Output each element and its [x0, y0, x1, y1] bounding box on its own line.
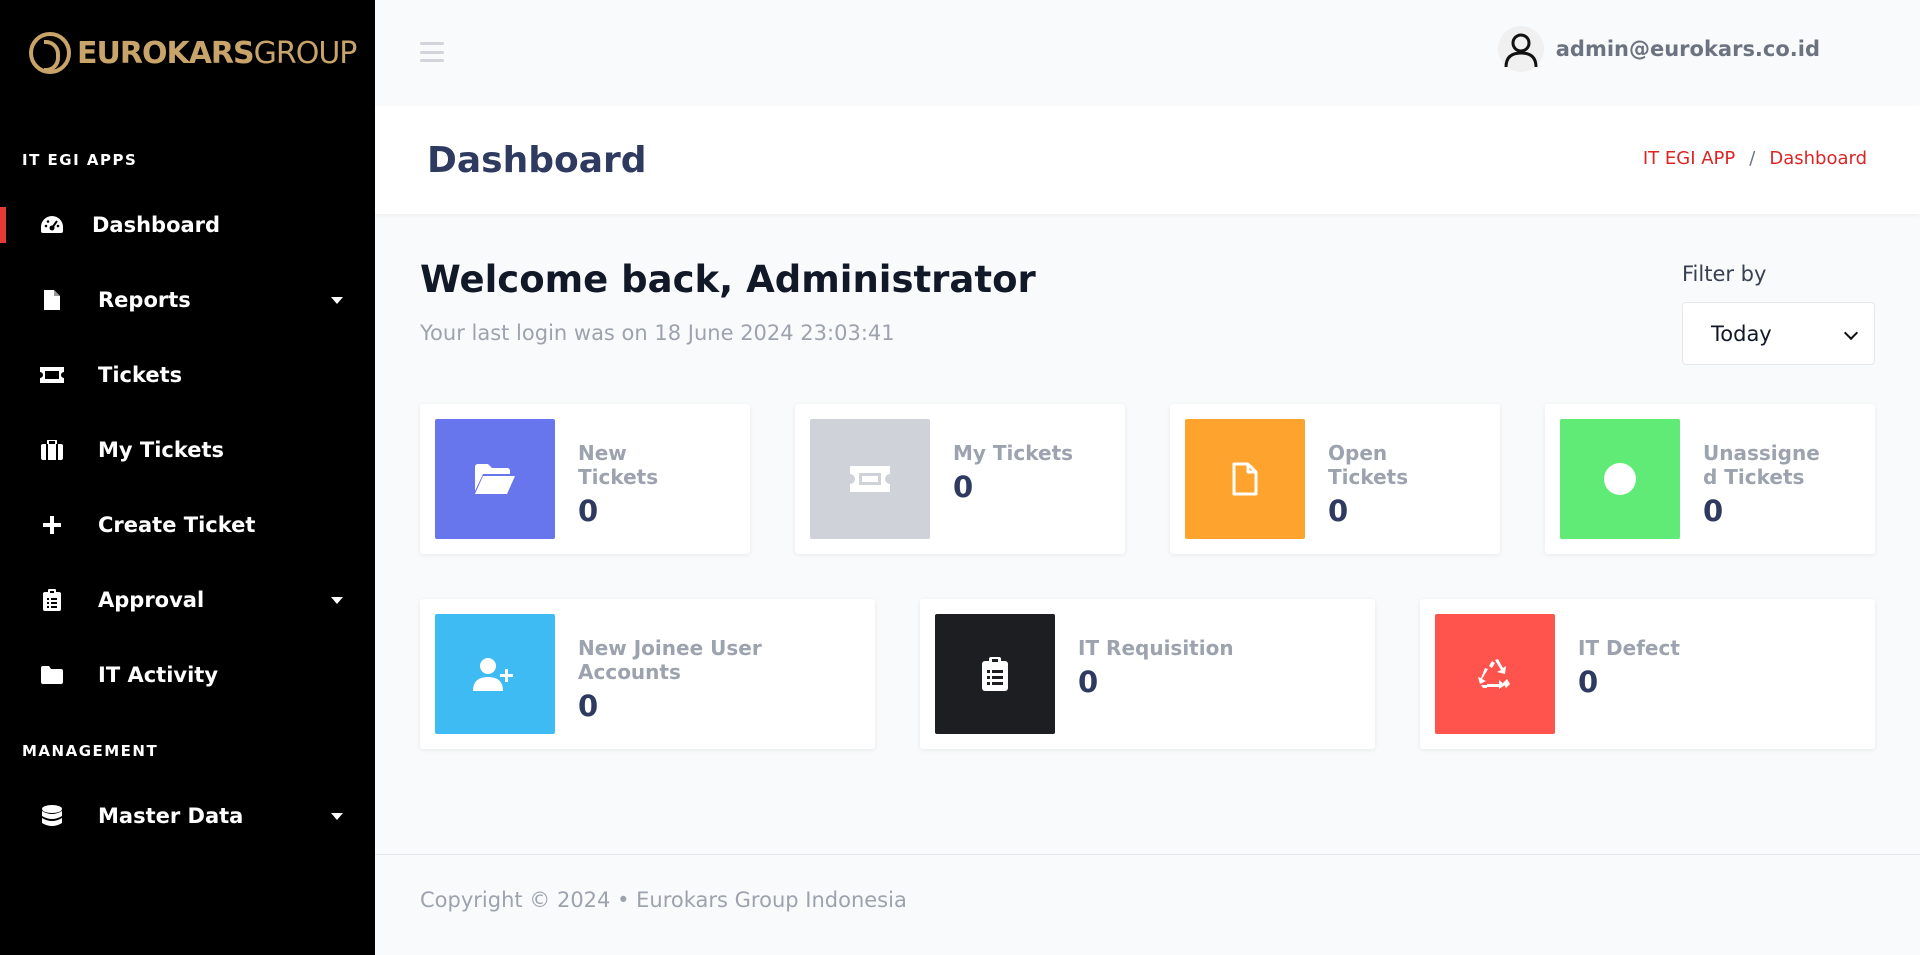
card-title: New Tickets — [578, 441, 659, 489]
card-value: 0 — [1328, 494, 1349, 528]
folder-icon — [38, 661, 66, 689]
breadcrumb: IT EGI APP / Dashboard — [1643, 148, 1867, 169]
footer-divider — [375, 854, 1920, 855]
card-title: New Joinee User Accounts — [578, 636, 762, 684]
clipboard-icon — [38, 586, 66, 614]
card-title: IT Requisition — [1078, 636, 1234, 660]
footer-copyright: Copyright © 2024 • Eurokars Group Indone… — [420, 888, 907, 912]
chevron-down-icon — [1843, 325, 1859, 341]
sidebar-item-label: Tickets — [98, 363, 183, 387]
sidebar-item-master-data[interactable]: Master Data — [0, 788, 375, 844]
card-my-tickets[interactable]: My Tickets 0 — [795, 404, 1125, 554]
card-value: 0 — [1703, 494, 1724, 528]
recycle-icon — [1435, 614, 1555, 734]
clipboard-list-icon — [935, 614, 1055, 734]
sidebar: EUROKARSGROUP IT EGI APPS Dashboard Repo… — [0, 0, 375, 955]
filter-label: Filter by — [1682, 262, 1767, 286]
file-icon — [1185, 419, 1305, 539]
card-unassigned-tickets[interactable]: Unassigned Tickets 0 — [1545, 404, 1875, 554]
welcome-heading: Welcome back, Administrator — [420, 258, 1036, 301]
card-title: My Tickets — [953, 441, 1074, 465]
user-avatar-icon — [1497, 26, 1544, 72]
sidebar-item-label: Create Ticket — [98, 513, 256, 537]
card-title: Open Tickets — [1328, 441, 1409, 489]
brand-logo[interactable]: EUROKARSGROUP — [0, 0, 375, 106]
database-icon — [38, 802, 66, 830]
file-icon — [38, 286, 66, 314]
card-it-requisition[interactable]: IT Requisition 0 — [920, 599, 1375, 749]
last-login-text: Your last login was on 18 June 2024 23:0… — [420, 321, 895, 345]
user-plus-icon — [435, 614, 555, 734]
sidebar-item-label: IT Activity — [98, 663, 219, 687]
card-title: Unassigned Tickets — [1703, 441, 1820, 489]
brand-mark-icon — [29, 32, 71, 74]
sidebar-item-tickets[interactable]: Tickets — [0, 347, 375, 403]
sidebar-item-it-activity[interactable]: IT Activity — [0, 647, 375, 703]
card-value: 0 — [578, 494, 599, 528]
card-new-tickets[interactable]: New Tickets 0 — [420, 404, 750, 554]
page-title: Dashboard — [427, 140, 647, 181]
sidebar-item-approval[interactable]: Approval — [0, 572, 375, 628]
menu-toggle-icon[interactable] — [420, 42, 444, 62]
top-bar: admin@eurokars.co.id — [375, 0, 1920, 106]
sidebar-item-my-tickets[interactable]: My Tickets — [0, 422, 375, 478]
sidebar-item-label: Approval — [98, 588, 205, 612]
speedometer-icon — [38, 211, 66, 239]
filter-select[interactable]: Today — [1682, 302, 1875, 365]
breadcrumb-item-app[interactable]: IT EGI APP — [1643, 148, 1735, 169]
sidebar-section-management: MANAGEMENT — [22, 742, 159, 760]
briefcase-icon — [38, 436, 66, 464]
sidebar-section-apps: IT EGI APPS — [22, 151, 138, 169]
card-value: 0 — [578, 689, 599, 723]
sidebar-item-label: Reports — [98, 288, 191, 312]
sidebar-item-label: Dashboard — [92, 213, 221, 237]
brand-name-bold: EUROKARS — [77, 35, 255, 71]
page-header: Dashboard IT EGI APP / Dashboard — [375, 106, 1920, 214]
brand-name-light: GROUP — [253, 35, 358, 71]
chevron-down-icon — [331, 812, 343, 820]
sidebar-item-label: My Tickets — [98, 438, 225, 462]
sidebar-item-create-ticket[interactable]: Create Ticket — [0, 497, 375, 553]
chevron-down-icon — [331, 296, 343, 304]
filter-selected-value: Today — [1711, 321, 1772, 346]
user-email: admin@eurokars.co.id — [1555, 37, 1820, 61]
chevron-down-icon — [331, 596, 343, 604]
card-value: 0 — [1578, 665, 1599, 699]
sidebar-item-dashboard[interactable]: Dashboard — [0, 197, 375, 253]
card-value: 0 — [953, 470, 974, 504]
circle-icon — [1560, 419, 1680, 539]
sidebar-item-reports[interactable]: Reports — [0, 272, 375, 328]
card-it-defect[interactable]: IT Defect 0 — [1420, 599, 1875, 749]
user-menu[interactable]: admin@eurokars.co.id — [1497, 26, 1820, 72]
sidebar-item-label: Master Data — [98, 804, 244, 828]
folder-open-icon — [435, 419, 555, 539]
card-new-joinee-accounts[interactable]: New Joinee User Accounts 0 — [420, 599, 875, 749]
ticket-icon — [810, 419, 930, 539]
card-value: 0 — [1078, 665, 1099, 699]
card-open-tickets[interactable]: Open Tickets 0 — [1170, 404, 1500, 554]
card-title: IT Defect — [1578, 636, 1680, 660]
breadcrumb-item-dashboard[interactable]: Dashboard — [1769, 148, 1867, 169]
breadcrumb-separator: / — [1749, 148, 1756, 169]
plus-icon — [38, 511, 66, 539]
ticket-icon — [38, 361, 66, 389]
